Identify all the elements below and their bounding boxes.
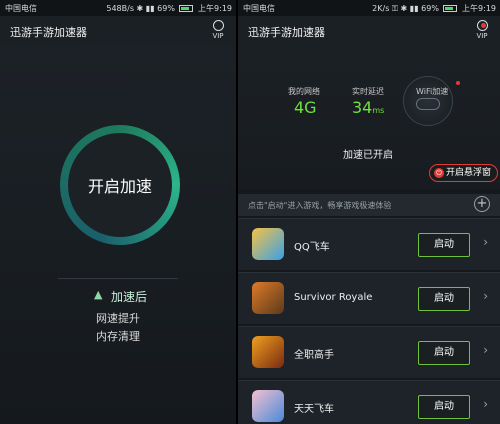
game-name: 天天飞车 bbox=[294, 404, 334, 415]
rocket-icon: ▲ bbox=[94, 288, 103, 301]
benefit-speed: 网速提升 bbox=[96, 312, 140, 325]
game-row[interactable]: 天天飞车 启动 › bbox=[238, 380, 500, 424]
start-accel-ring[interactable]: 开启加速 bbox=[60, 125, 180, 245]
float-window-button[interactable]: ⏻ 开启悬浮窗 bbox=[428, 164, 498, 182]
status-right: 2K/s ⚿ ✱ ▮▮ 69% 上午9:19 bbox=[372, 3, 496, 14]
app-bar: 迅游手游加速器 VIP bbox=[0, 16, 236, 46]
after-accel-title: 加速后 bbox=[111, 290, 148, 304]
stats-panel: 我的网络 4G 实时延迟 34ms WiFi加速 加速已开启 ⏻ 开启悬浮窗 bbox=[238, 46, 500, 190]
vip-icon bbox=[476, 20, 488, 31]
start-accel-button[interactable]: 开启加速 bbox=[60, 125, 180, 245]
game-row[interactable]: Survivor Royale 启动 › bbox=[238, 272, 500, 324]
network-label: 我的网络 bbox=[288, 87, 320, 96]
game-row[interactable]: QQ飞车 启动 › bbox=[238, 218, 500, 270]
battery-icon bbox=[443, 5, 458, 12]
clock: 上午9:19 bbox=[462, 4, 496, 13]
game-name: QQ飞车 bbox=[294, 242, 330, 253]
status-bar: 中国电信 548B/s ✱ ▮▮ 69% 上午9:19 bbox=[0, 0, 236, 16]
chevron-right-icon[interactable]: › bbox=[483, 343, 488, 357]
signal-icon: ▮▮ bbox=[409, 4, 419, 13]
right-screen: 中国电信 2K/s ⚿ ✱ ▮▮ 69% 上午9:19 迅游手游加速器 VIP … bbox=[238, 0, 500, 424]
app-title: 迅游手游加速器 bbox=[248, 26, 325, 39]
start-game-button[interactable]: 启动 bbox=[418, 287, 470, 311]
status-right: 548B/s ✱ ▮▮ 69% 上午9:19 bbox=[106, 3, 232, 14]
clock: 上午9:19 bbox=[198, 4, 232, 13]
game-row[interactable]: 全职高手 启动 › bbox=[238, 326, 500, 378]
battery-percent: 69% bbox=[421, 4, 439, 13]
divider bbox=[58, 278, 178, 279]
game-name: 全职高手 bbox=[294, 350, 334, 361]
wifi-toggle-icon bbox=[416, 98, 440, 110]
latency-unit: ms bbox=[372, 106, 385, 115]
start-game-button[interactable]: 启动 bbox=[418, 395, 470, 419]
game-icon-survivor-royale bbox=[252, 282, 284, 314]
signal-icon: ▮▮ bbox=[145, 4, 155, 13]
game-icon-quanzhi-gaoshou bbox=[252, 336, 284, 368]
net-speed: 2K/s bbox=[372, 4, 390, 13]
left-screen: 中国电信 548B/s ✱ ▮▮ 69% 上午9:19 迅游手游加速器 VIP … bbox=[0, 0, 236, 424]
latency-label: 实时延迟 bbox=[352, 87, 384, 96]
app-bar: 迅游手游加速器 VIP bbox=[238, 16, 500, 46]
hint-bar: 点击"启动"进入游戏，畅享游戏极速体验 + bbox=[238, 194, 500, 216]
start-game-button[interactable]: 启动 bbox=[418, 233, 470, 257]
vip-label: VIP bbox=[476, 32, 488, 40]
latency-value: 34ms bbox=[352, 98, 385, 117]
carrier-label: 中国电信 bbox=[5, 4, 37, 13]
wifi-accel-label: WiFi加速 bbox=[416, 87, 449, 96]
battery-icon bbox=[179, 5, 194, 12]
vip-button[interactable]: VIP bbox=[472, 20, 492, 40]
bluetooth-icon: ✱ bbox=[400, 4, 408, 13]
vip-button[interactable]: VIP bbox=[208, 20, 228, 40]
status-bar: 中国电信 2K/s ⚿ ✱ ▮▮ 69% 上午9:19 bbox=[238, 0, 500, 16]
chevron-right-icon[interactable]: › bbox=[483, 289, 488, 303]
bluetooth-icon: ✱ bbox=[136, 4, 144, 13]
game-icon-tiantian-feiche bbox=[252, 390, 284, 422]
add-game-button[interactable]: + bbox=[474, 196, 490, 212]
net-speed: 548B/s bbox=[106, 4, 134, 13]
start-game-button[interactable]: 启动 bbox=[418, 341, 470, 365]
key-icon: ⚿ bbox=[391, 4, 398, 13]
benefit-memory: 内存清理 bbox=[96, 330, 140, 343]
game-icon-qq-speed bbox=[252, 228, 284, 260]
chevron-right-icon[interactable]: › bbox=[483, 235, 488, 249]
hint-text: 点击"启动"进入游戏，畅享游戏极速体验 bbox=[248, 201, 392, 210]
vip-icon bbox=[212, 20, 224, 31]
game-name: Survivor Royale bbox=[294, 292, 373, 303]
float-window-label: 开启悬浮窗 bbox=[445, 168, 491, 178]
carrier-label: 中国电信 bbox=[243, 4, 275, 13]
chevron-right-icon[interactable]: › bbox=[483, 397, 488, 411]
accel-status: 加速已开启 bbox=[343, 150, 393, 161]
app-title: 迅游手游加速器 bbox=[10, 26, 87, 39]
wifi-alert-dot bbox=[456, 81, 460, 85]
network-value: 4G bbox=[294, 98, 317, 117]
power-icon: ⏻ bbox=[433, 168, 444, 178]
vip-label: VIP bbox=[212, 32, 224, 40]
notification-dot bbox=[480, 23, 486, 28]
battery-percent: 69% bbox=[157, 4, 175, 13]
